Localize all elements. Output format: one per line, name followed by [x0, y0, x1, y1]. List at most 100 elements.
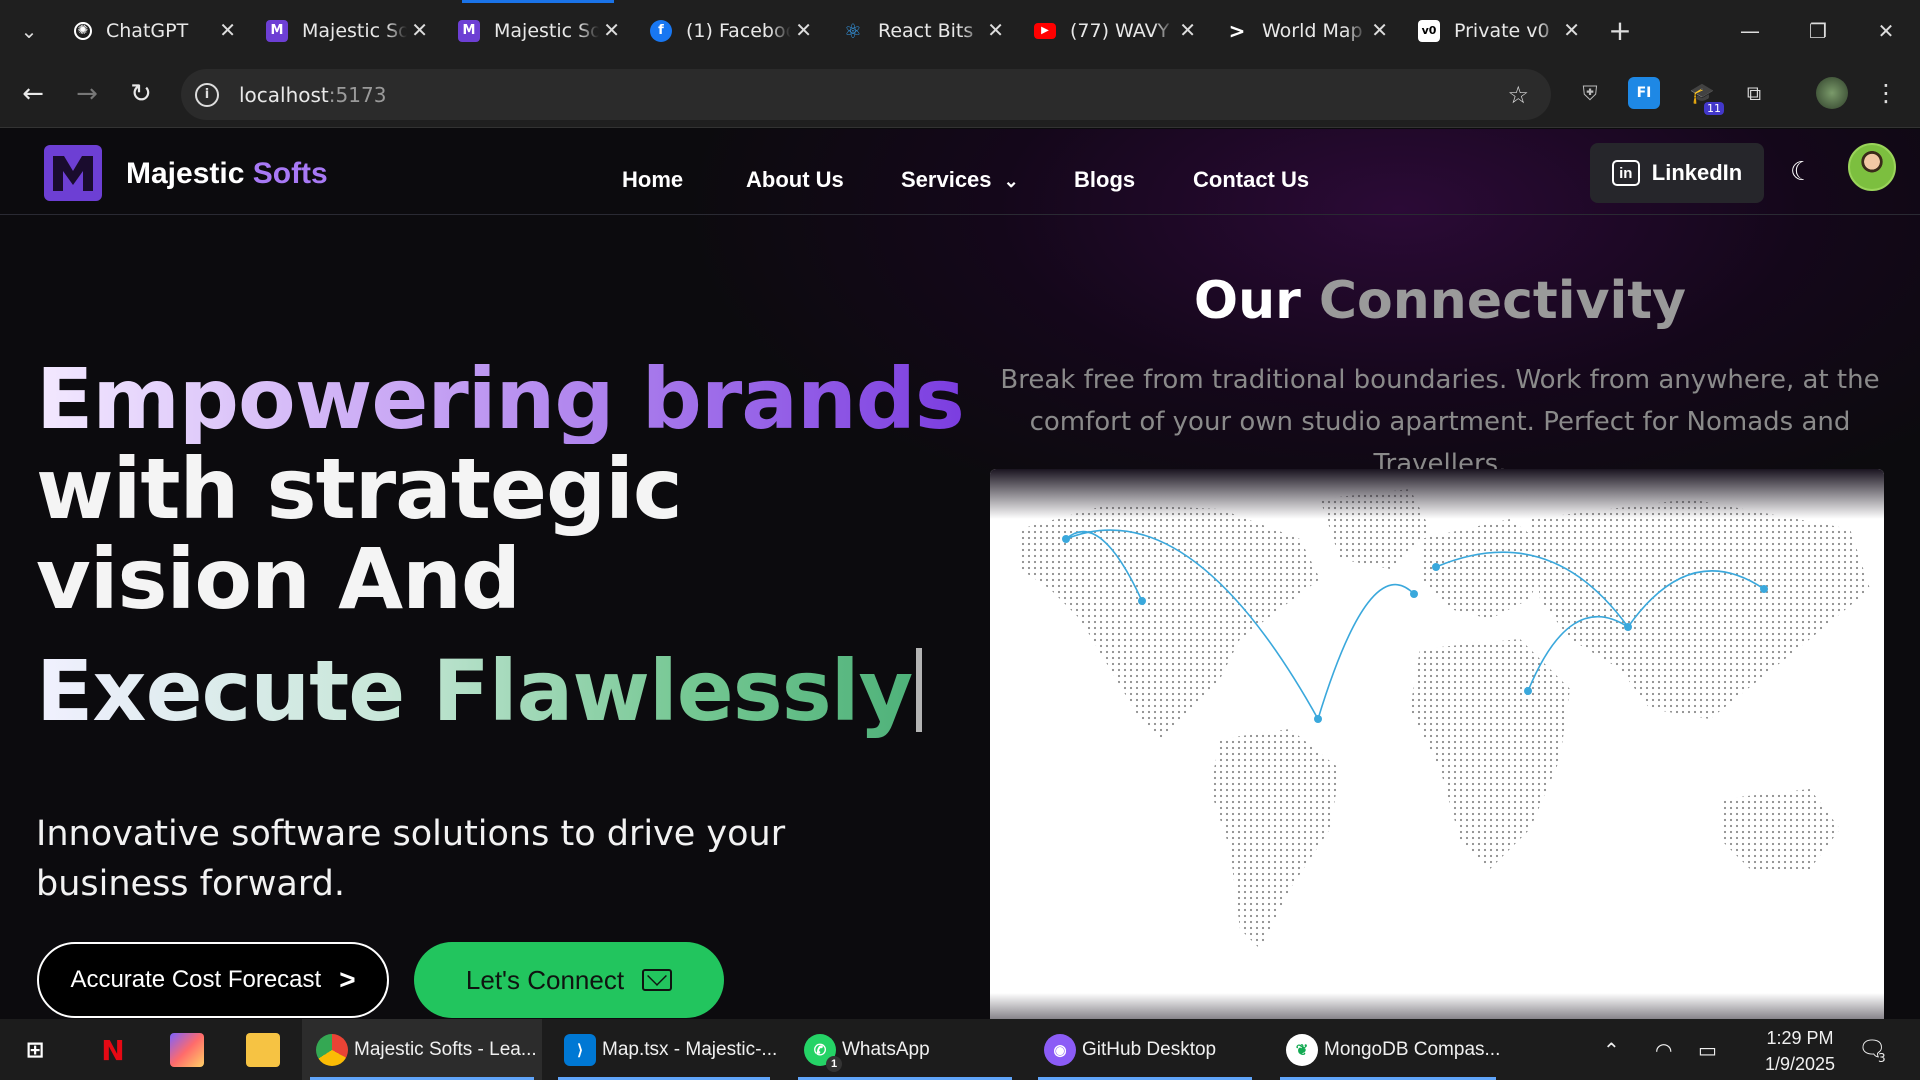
profile-avatar-icon[interactable]	[1816, 77, 1848, 109]
brand-accent: Softs	[252, 157, 328, 190]
dark-mode-moon-icon[interactable]: ☾	[1790, 157, 1813, 187]
url-port: :5173	[328, 82, 387, 107]
address-bar[interactable]: i localhost:5173 ☆	[181, 69, 1551, 120]
chrome-icon	[316, 1033, 348, 1066]
browser-tab-bar: ⌄ ✺ ChatGPT ✕ M Majestic Softs ✕ M Majes…	[0, 0, 1920, 61]
continents	[1020, 489, 1870, 949]
tab-facebook[interactable]: f (1) Facebook ✕	[634, 0, 826, 61]
nav-contact-us[interactable]: Contact Us	[1193, 167, 1309, 193]
tab-close-icon[interactable]: ✕	[987, 18, 1004, 42]
tab-youtube[interactable]: ▶ (77) WAVY ✕	[1018, 0, 1210, 61]
world-map-svg	[1020, 489, 1870, 949]
tab-world-map[interactable]: > World Map ✕	[1210, 0, 1402, 61]
nav-home[interactable]: Home	[622, 167, 683, 193]
whatsapp-badge: 1	[826, 1055, 842, 1072]
github-icon: ◉	[1044, 1033, 1076, 1066]
bookmark-star-icon[interactable]: ☆	[1507, 81, 1529, 109]
tab-close-icon[interactable]: ✕	[411, 18, 428, 42]
youtube-icon: ▶	[1034, 22, 1056, 39]
tab-label: (77) WAVY	[1070, 19, 1170, 42]
tab-close-icon[interactable]: ✕	[1179, 18, 1196, 42]
fi-extension-icon[interactable]: FI	[1628, 77, 1660, 109]
tab-close-icon[interactable]: ✕	[219, 18, 236, 42]
mongodb-leaf-icon: ❦	[1286, 1033, 1318, 1066]
minimize-icon[interactable]: —	[1716, 0, 1784, 61]
copilot-icon[interactable]	[170, 1033, 204, 1067]
nav-services-label: Services	[901, 167, 992, 192]
nav-about-us[interactable]: About Us	[746, 167, 844, 193]
world-map	[990, 469, 1884, 1019]
site-info-icon[interactable]: i	[195, 82, 219, 107]
new-tab-plus-icon[interactable]: +	[1600, 14, 1640, 47]
hero-heading: Empowering brands with strategic vision …	[36, 354, 964, 624]
graduation-cap-extension-icon[interactable]: 🎓 11	[1686, 77, 1724, 115]
site-navbar: Majestic Softs Home About Us Services ⌄ …	[0, 129, 1920, 215]
linkedin-icon: in	[1611, 160, 1640, 186]
tab-chatgpt[interactable]: ✺ ChatGPT ✕	[58, 0, 250, 61]
hero-word-brands: brands	[641, 350, 964, 448]
facebook-icon: f	[650, 19, 672, 42]
tab-close-icon[interactable]: ✕	[1371, 18, 1388, 42]
tab-private-v0[interactable]: v0 Private v0 ✕	[1402, 0, 1594, 61]
file-explorer-icon[interactable]	[246, 1033, 280, 1067]
clock-date: 1/9/2025	[1764, 1054, 1836, 1074]
web-page: Majestic Softs Home About Us Services ⌄ …	[0, 129, 1920, 1019]
map-point	[1062, 535, 1070, 543]
hero-line-3: vision And	[36, 530, 521, 628]
australia-shape	[1720, 789, 1840, 869]
user-avatar[interactable]	[1848, 143, 1896, 191]
system-clock[interactable]: 1:29 PM 1/9/2025	[1740, 1025, 1860, 1077]
cost-forecast-button[interactable]: Accurate Cost Forecast >	[37, 942, 389, 1018]
notification-center-icon[interactable]: 🗨 3	[1858, 1019, 1886, 1080]
chevron-right-icon: >	[339, 964, 356, 995]
brand-name[interactable]: Majestic Softs	[126, 157, 328, 191]
wifi-icon[interactable]: ◠	[1655, 1019, 1672, 1080]
extensions-puzzle-icon[interactable]: ⧉	[1738, 77, 1770, 109]
europe-shape	[1420, 519, 1550, 619]
map-point	[1410, 590, 1418, 598]
tab-search-dropdown-icon[interactable]: ⌄	[0, 0, 58, 61]
taskbar-app-label: GitHub Desktop	[1082, 1038, 1217, 1060]
brand-main: Majestic	[126, 157, 245, 190]
url-host: localhost	[239, 82, 329, 107]
tab-close-icon[interactable]: ✕	[603, 18, 620, 42]
taskbar-app-whatsapp[interactable]: ✆ 1 WhatsApp	[790, 1019, 1020, 1080]
window-controls: — ❐ ✕	[1716, 0, 1920, 61]
tab-react-bits[interactable]: ⚛ React Bits ✕	[826, 0, 1018, 61]
map-point	[1432, 563, 1440, 571]
tab-close-icon[interactable]: ✕	[795, 18, 812, 42]
reload-icon[interactable]: ↻	[114, 67, 168, 121]
taskbar-app-github-desktop[interactable]: ◉ GitHub Desktop	[1030, 1019, 1260, 1080]
map-point	[1314, 715, 1322, 723]
close-window-icon[interactable]: ✕	[1852, 0, 1920, 61]
taskbar-app-label: WhatsApp	[842, 1038, 930, 1060]
browser-menu-icon[interactable]: ⋮	[1870, 77, 1902, 109]
battery-icon[interactable]: ▭	[1698, 1019, 1717, 1080]
tab-majestic-1[interactable]: M Majestic Softs ✕	[250, 0, 442, 61]
tab-majestic-2[interactable]: M Majestic Softs ✕	[442, 0, 634, 61]
url-text[interactable]: localhost:5173	[239, 83, 386, 107]
restore-icon[interactable]: ❐	[1784, 0, 1852, 61]
netflix-icon[interactable]: N	[96, 1033, 130, 1067]
nav-blogs[interactable]: Blogs	[1074, 167, 1135, 193]
vscode-icon: ⟩	[564, 1033, 596, 1066]
shield-extension-icon[interactable]: ⛨	[1574, 77, 1606, 109]
taskbar-app-vscode[interactable]: ⟩ Map.tsx - Majestic-...	[550, 1019, 778, 1080]
lets-connect-label: Let's Connect	[465, 964, 625, 995]
majestic-logo-icon[interactable]	[44, 145, 102, 201]
linkedin-button[interactable]: in LinkedIn	[1590, 143, 1764, 203]
typing-caret	[916, 648, 923, 732]
taskbar-app-chrome[interactable]: Majestic Softs - Lea...	[302, 1019, 542, 1080]
lets-connect-button[interactable]: Let's Connect	[414, 942, 724, 1018]
back-arrow-icon[interactable]: ←	[6, 67, 60, 121]
forward-arrow-icon[interactable]: →	[60, 67, 114, 121]
tab-close-icon[interactable]: ✕	[1563, 18, 1580, 42]
taskbar-app-mongodb[interactable]: ❦ MongoDB Compas...	[1272, 1019, 1504, 1080]
greenland-shape	[1320, 489, 1430, 569]
whatsapp-icon: ✆ 1	[804, 1033, 842, 1072]
extension-badge: 11	[1704, 102, 1724, 115]
windows-start-icon[interactable]: ⊞	[18, 1033, 52, 1067]
nav-services[interactable]: Services ⌄	[901, 167, 1019, 193]
react-bits-icon: ⚛	[844, 18, 862, 43]
show-hidden-icons-chevron-up-icon[interactable]: ⌃	[1603, 1019, 1620, 1080]
